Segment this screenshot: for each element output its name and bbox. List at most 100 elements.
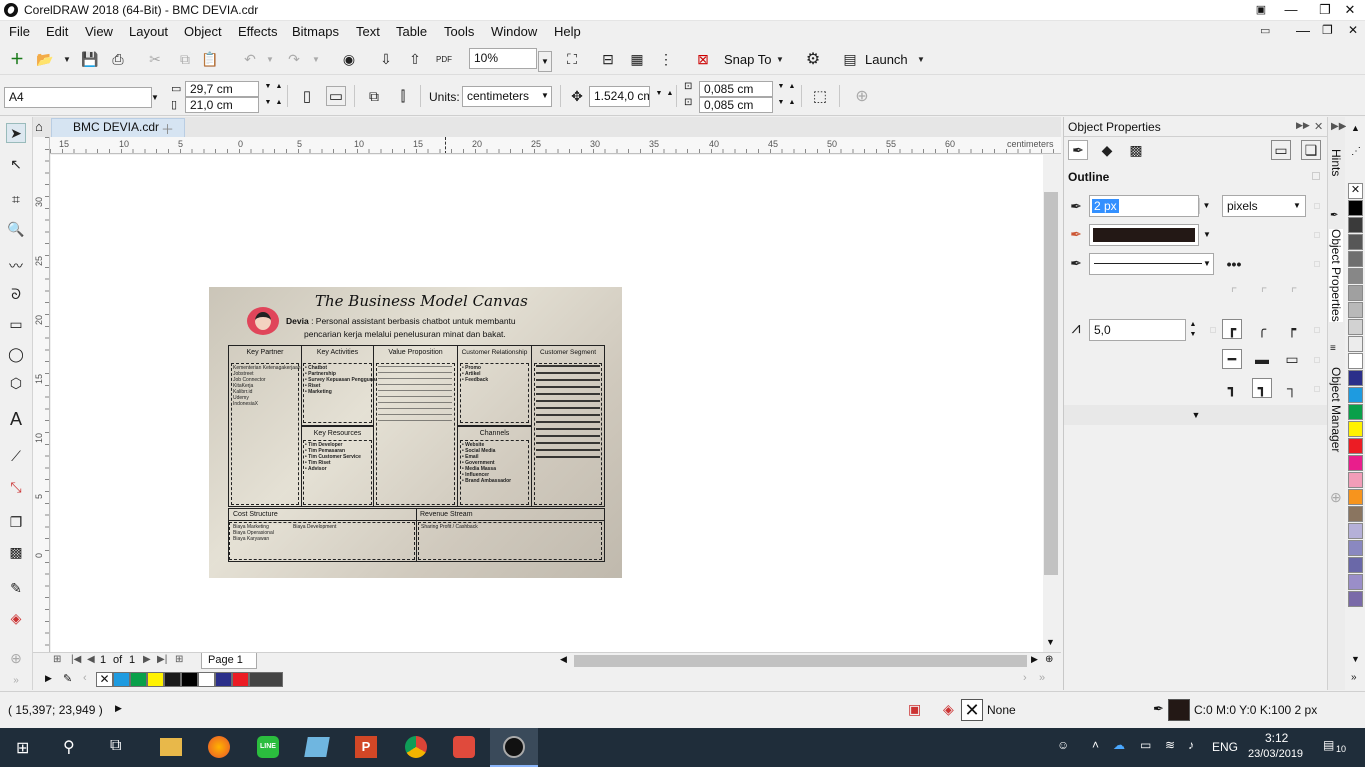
coreldraw-taskbar-button[interactable] <box>490 728 538 767</box>
onedrive-icon[interactable]: ☁ <box>1113 738 1125 752</box>
line-app-icon[interactable]: LINE <box>257 736 279 758</box>
help-window-icon[interactable]: ▣ <box>1246 0 1276 21</box>
menu-close-icon[interactable]: ✕ <box>1348 23 1358 37</box>
tray-expand-icon[interactable]: ˄ <box>1092 738 1099 752</box>
palette-swatch[interactable] <box>1348 200 1363 216</box>
ellipse-tool-icon[interactable]: ◯ <box>6 344 26 364</box>
menu-object[interactable]: Object <box>184 24 222 39</box>
doc-color-swatch[interactable] <box>198 672 215 687</box>
save-icon[interactable]: 💾 <box>80 49 100 69</box>
menu-edit[interactable]: Edit <box>46 24 68 39</box>
palette-expand-icon[interactable]: » <box>1039 672 1045 684</box>
vertical-ruler[interactable]: 30 25 20 15 10 5 0 <box>33 137 50 652</box>
wifi-icon[interactable]: ≋ <box>1165 738 1175 752</box>
width-up-icon[interactable]: ▲ <box>273 83 285 91</box>
docker-expand-icon[interactable]: ▶▶ <box>1296 120 1310 131</box>
welcome-home-icon[interactable]: ⌂ <box>35 119 43 134</box>
palette-swatch[interactable] <box>1348 591 1363 607</box>
palette-swatch[interactable] <box>1348 506 1363 522</box>
palette-no-fill-swatch[interactable]: ✕ <box>1348 183 1363 199</box>
shape-tool-icon[interactable]: ↖ <box>6 154 26 174</box>
palette-swatch[interactable] <box>1348 438 1363 454</box>
treat-as-filled-icon[interactable]: ⬚ <box>810 86 830 106</box>
menu-table[interactable]: Table <box>396 24 427 39</box>
palette-expand-icon[interactable]: » <box>1351 672 1357 683</box>
doc-color-swatch[interactable] <box>147 672 164 687</box>
redo-dropdown-icon[interactable]: ▼ <box>306 49 326 69</box>
miter-limit-field[interactable]: 5,0 <box>1089 319 1186 341</box>
horizontal-ruler[interactable]: 15 10 5 0 5 10 15 20 25 30 35 40 45 50 5… <box>50 137 1061 154</box>
miter-down-icon[interactable]: ▼ <box>1187 331 1199 339</box>
full-screen-icon[interactable]: ⛶ <box>562 49 582 69</box>
menu-layout[interactable]: Layout <box>129 24 168 39</box>
firefox-icon[interactable] <box>208 736 230 758</box>
export-icon[interactable]: ⇧ <box>405 49 425 69</box>
palette-swatch[interactable] <box>1348 540 1363 556</box>
add-quick-customize-icon[interactable]: ⊕ <box>852 86 872 106</box>
page-height-field[interactable]: 21,0 cm <box>185 97 259 113</box>
palette-swatch[interactable] <box>1348 319 1363 335</box>
line-style-dropdown-icon[interactable]: ▼ <box>1200 256 1214 272</box>
page-add-before-icon[interactable]: ⊞ <box>53 654 61 665</box>
corner-check-icon[interactable] <box>1314 327 1320 333</box>
docker-detach-icon[interactable]: ❏ <box>1301 140 1321 160</box>
palette-swatch[interactable] <box>1348 421 1363 437</box>
undo-dropdown-icon[interactable]: ▼ <box>260 49 280 69</box>
nudge-up-icon[interactable]: ▲ <box>664 90 676 98</box>
publish-pdf-icon[interactable]: PDF <box>434 49 454 69</box>
duplicate-distance-x-field[interactable]: 0,085 cm <box>699 81 773 97</box>
current-page-icon[interactable]: ⫿ <box>393 86 413 106</box>
palette-scroll-down-icon[interactable]: ▼ <box>1351 654 1360 664</box>
page-size-select[interactable]: A4 <box>4 87 152 108</box>
menu-bitmaps[interactable]: Bitmaps <box>292 24 339 39</box>
miter-up-icon[interactable]: ▲ <box>1187 321 1199 329</box>
menu-minimize-icon[interactable]: — <box>1296 22 1310 38</box>
style-check-icon[interactable] <box>1314 261 1320 267</box>
palette-swatch[interactable] <box>1348 455 1363 471</box>
prev-page-icon[interactable]: ◀ <box>87 654 95 665</box>
docker-add-icon[interactable]: ⊕ <box>1330 489 1342 506</box>
menu-window[interactable]: Window <box>491 24 537 39</box>
palette-swatch[interactable] <box>1348 268 1363 284</box>
position-center-icon[interactable]: ┓ <box>1252 378 1272 398</box>
nudge-distance-field[interactable]: 1.524,0 cm <box>589 86 650 107</box>
outline-width-field[interactable]: 2 px <box>1089 195 1199 217</box>
position-outside-icon[interactable]: ┓ <box>1222 378 1242 398</box>
people-icon[interactable]: ☺ <box>1057 738 1069 752</box>
redo-icon[interactable]: ↷ <box>284 49 304 69</box>
close-button[interactable]: ✕ <box>1335 0 1365 21</box>
palette-menu-icon[interactable]: ▶ <box>45 673 52 684</box>
portrait-icon[interactable]: ▯ <box>297 86 317 106</box>
rectangle-tool-icon[interactable]: ▭ <box>6 314 26 334</box>
docker-more-icon[interactable]: ▼ <box>1064 405 1328 425</box>
windows-start-icon[interactable]: ⊞ <box>16 738 29 758</box>
tab-object-manager[interactable]: Object Manager <box>1329 367 1343 452</box>
next-page-icon[interactable]: ▶ <box>143 654 151 665</box>
copy-icon[interactable]: ⧉ <box>175 49 195 69</box>
dup-x-up-icon[interactable]: ▲ <box>786 83 798 91</box>
outline-color-dropdown-icon[interactable]: ▼ <box>1200 227 1214 243</box>
units-dropdown-icon[interactable]: ▼ <box>538 88 552 104</box>
launch-dropdown-icon[interactable]: ▼ <box>911 49 931 69</box>
hscroll-left-icon[interactable]: ◀ <box>560 654 567 665</box>
file-explorer-icon[interactable] <box>160 738 182 756</box>
palette-swatch[interactable] <box>1348 489 1363 505</box>
cap-round-icon[interactable]: ▬ <box>1252 349 1272 369</box>
color-check-icon[interactable] <box>1314 232 1320 238</box>
doc-color-swatch[interactable] <box>181 672 198 687</box>
width-check-icon[interactable] <box>1314 203 1320 209</box>
all-pages-icon[interactable]: ⧉ <box>364 86 384 106</box>
cap-check-icon[interactable] <box>1314 357 1320 363</box>
landscape-icon[interactable]: ▭ <box>326 86 346 106</box>
section-check-icon[interactable] <box>1312 172 1320 180</box>
pick-tool-icon[interactable]: ➤ <box>6 123 26 143</box>
position-inside-icon[interactable]: ┐ <box>1282 378 1302 398</box>
hscroll-right-icon[interactable]: ▶ <box>1031 654 1038 665</box>
first-page-icon[interactable]: |◀ <box>71 654 81 665</box>
snap-off-icon[interactable]: ⊠ <box>693 49 713 69</box>
palette-swatch[interactable] <box>1348 387 1363 403</box>
cap-square-icon[interactable]: ▭ <box>1282 349 1302 369</box>
palette-swatch[interactable] <box>1348 234 1363 250</box>
outline-color-picker[interactable] <box>1089 224 1199 246</box>
docker-window-icon[interactable]: ▭ <box>1271 140 1291 160</box>
